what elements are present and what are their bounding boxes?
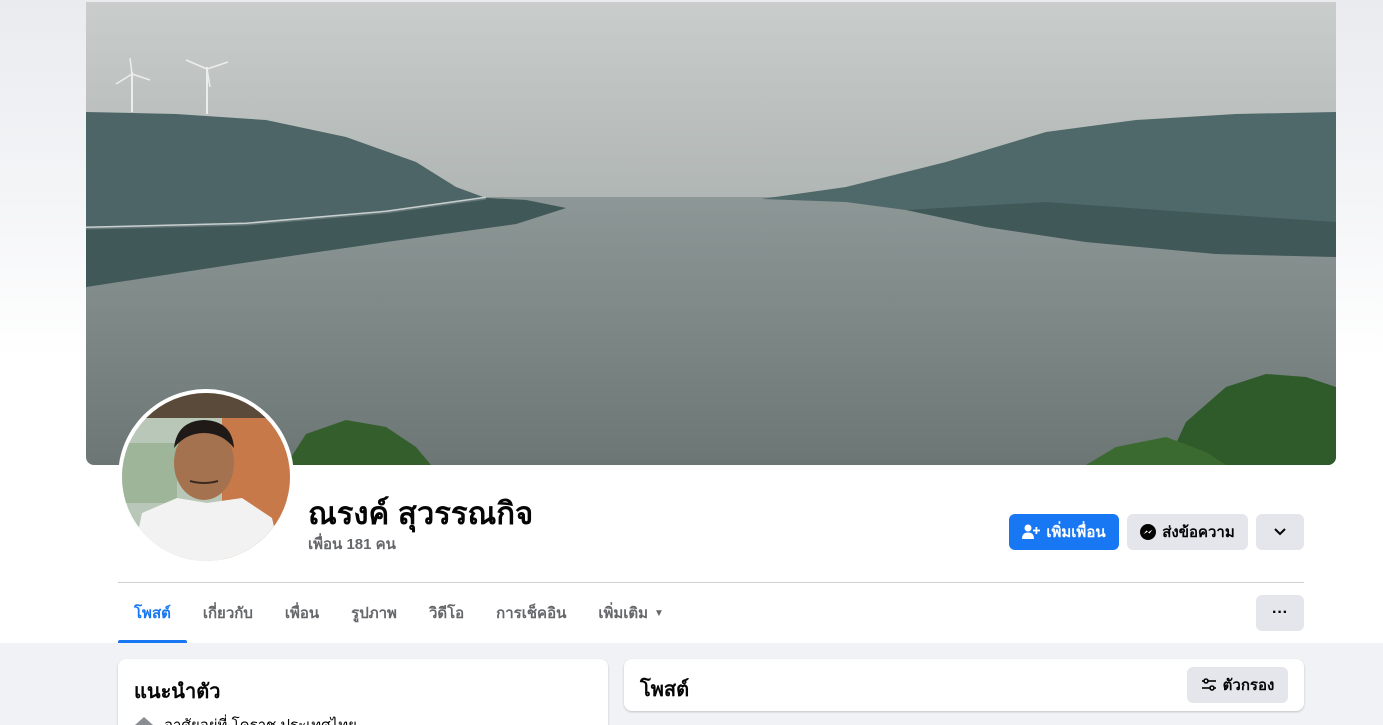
profile-options-button[interactable] [1256, 514, 1304, 550]
friend-count[interactable]: เพื่อน 181 คน [308, 532, 396, 556]
posts-card: โพสต์ ตัวกรอง [624, 659, 1304, 711]
posts-title: โพสต์ [640, 679, 690, 701]
profile-name: ณรงค์ สุวรรณกิจ [308, 496, 534, 531]
tab-friends-label: เพื่อน [284, 605, 320, 622]
tab-friends[interactable]: เพื่อน [269, 583, 335, 643]
caret-down-icon: ▼ [654, 607, 664, 619]
tab-checkins-label: การเช็คอิน [496, 605, 567, 622]
add-friend-button[interactable]: เพิ่มเพื่อน [1009, 514, 1119, 550]
cover-photo[interactable] [86, 2, 1336, 465]
intro-card: แนะนำตัว อาศัยอยู่ที่ โคราช ประเทศไทย [118, 659, 608, 725]
tab-posts[interactable]: โพสต์ [118, 583, 187, 643]
intro-lives-in: อาศัยอยู่ที่ โคราช ประเทศไทย [134, 713, 357, 725]
home-icon [135, 717, 153, 725]
tab-about[interactable]: เกี่ยวกับ [187, 583, 269, 643]
filter-icon [1201, 678, 1216, 691]
tab-videos-label: วิดีโอ [428, 605, 465, 622]
filter-label: ตัวกรอง [1222, 677, 1275, 694]
more-options-button[interactable]: ··· [1256, 595, 1304, 631]
add-friend-label: เพิ่มเพื่อน [1046, 524, 1106, 541]
tab-posts-label: โพสต์ [134, 605, 171, 622]
messenger-icon [1140, 524, 1157, 540]
more-dots-icon: ··· [1272, 604, 1288, 621]
tab-checkins[interactable]: การเช็คอิน [480, 583, 582, 643]
profile-tabs: โพสต์ เกี่ยวกับ เพื่อน รูปภาพ วิดีโอ การ… [118, 583, 680, 643]
intro-lives-in-text: อาศัยอยู่ที่ โคราช ประเทศไทย [164, 713, 357, 725]
tab-photos[interactable]: รูปภาพ [335, 583, 413, 643]
message-label: ส่งข้อความ [1162, 524, 1235, 541]
person-add-icon [1022, 524, 1041, 539]
intro-title: แนะนำตัว [134, 681, 221, 703]
tab-photos-label: รูปภาพ [351, 605, 397, 622]
filter-button[interactable]: ตัวกรอง [1187, 667, 1288, 703]
profile-avatar[interactable] [118, 389, 294, 565]
tab-about-label: เกี่ยวกับ [202, 605, 253, 622]
tab-videos[interactable]: วิดีโอ [413, 583, 480, 643]
tab-more[interactable]: เพิ่มเติม ▼ [582, 583, 680, 643]
chevron-down-icon [1274, 528, 1286, 536]
message-button[interactable]: ส่งข้อความ [1127, 514, 1248, 550]
tab-more-label: เพิ่มเติม [598, 605, 649, 622]
